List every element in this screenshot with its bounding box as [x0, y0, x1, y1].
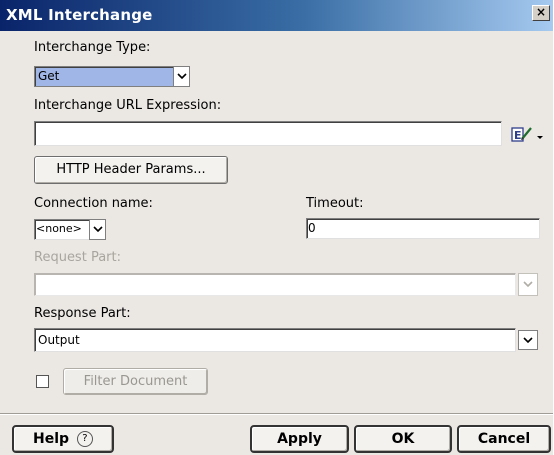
response-part-value[interactable]: Output: [34, 328, 516, 352]
connection-name-value[interactable]: <none>: [34, 219, 90, 240]
interchange-type-label: Interchange Type:: [34, 40, 151, 55]
help-button-label: Help: [33, 431, 70, 447]
request-part-value[interactable]: [34, 273, 516, 296]
close-icon: ×: [535, 5, 547, 19]
chevron-down-icon: [92, 226, 103, 233]
close-button[interactable]: ×: [532, 5, 550, 21]
request-part-label: Request Part:: [34, 250, 121, 265]
expression-edit-icon: E: [511, 127, 543, 142]
connection-name-label: Connection name:: [34, 196, 153, 211]
footer-separator-highlight: [0, 414, 553, 415]
interchange-type-value[interactable]: Get: [34, 66, 174, 87]
chevron-down-icon: [176, 73, 187, 80]
http-header-params-button[interactable]: HTTP Header Params...: [34, 156, 228, 184]
svg-text:E: E: [514, 129, 522, 142]
filter-document-checkbox[interactable]: [36, 375, 49, 388]
help-icon: ?: [76, 431, 93, 447]
apply-button[interactable]: Apply: [250, 425, 349, 453]
request-part-dropdown-button[interactable]: [518, 273, 538, 296]
ok-button[interactable]: OK: [354, 425, 452, 453]
chevron-down-icon: [523, 336, 533, 343]
interchange-type-dropdown-button[interactable]: [173, 66, 190, 87]
response-part-label: Response Part:: [34, 306, 131, 321]
chevron-down-icon: [523, 281, 533, 288]
cancel-button[interactable]: Cancel: [457, 425, 551, 453]
xml-interchange-dialog: XML Interchange × Interchange Type: Get …: [0, 0, 553, 455]
response-part-dropdown-button[interactable]: [518, 330, 538, 350]
dialog-title: XML Interchange: [6, 6, 153, 24]
help-button[interactable]: Help ?: [12, 425, 114, 453]
title-bar[interactable]: XML Interchange ×: [0, 0, 553, 31]
timeout-label: Timeout:: [306, 196, 364, 211]
url-expression-label: Interchange URL Expression:: [34, 98, 222, 113]
filter-document-button[interactable]: Filter Document: [63, 368, 208, 395]
url-expression-input[interactable]: [34, 121, 502, 146]
connection-name-dropdown-button[interactable]: [89, 219, 106, 240]
timeout-input[interactable]: 0: [306, 218, 540, 239]
expression-editor-button[interactable]: E: [510, 124, 544, 144]
